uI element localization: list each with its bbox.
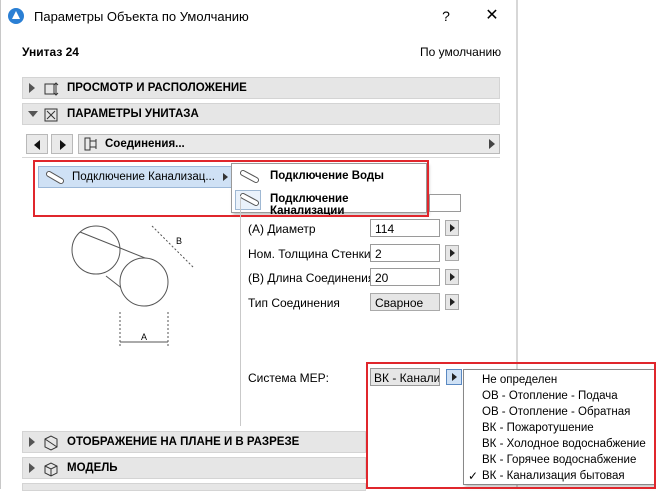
- default-label: По умолчанию: [420, 45, 502, 59]
- section-view-placement[interactable]: ПРОСМОТР И РАСПОЛОЖЕНИЕ: [22, 77, 500, 99]
- wall-thickness-param-button[interactable]: [445, 245, 459, 261]
- next-page-button[interactable]: [51, 134, 73, 154]
- wall-thickness-field[interactable]: 2: [370, 244, 440, 262]
- expand-arrow-icon: [29, 463, 35, 473]
- expand-arrow-icon: [29, 83, 35, 93]
- triangle-right-icon: [450, 273, 455, 281]
- section-label: ОТОБРАЖЕНИЕ НА ПЛАНЕ И В РАЗРЕЗЕ: [67, 436, 300, 448]
- section-model[interactable]: МОДЕЛЬ: [22, 457, 366, 479]
- select-value: Сварное: [375, 296, 424, 310]
- triangle-right-icon: [450, 224, 455, 232]
- model-cube-icon: [44, 462, 58, 477]
- connection-length-field[interactable]: 20: [370, 268, 440, 286]
- highlight-box: [33, 160, 429, 217]
- param-label-connection-type: Тип Соединения: [248, 296, 340, 310]
- section-plan-section[interactable]: ОТОБРАЖЕНИЕ НА ПЛАНЕ И В РАЗРЕЗЕ: [22, 431, 366, 453]
- toilet-params-icon: [44, 108, 58, 122]
- connections-icon: [84, 137, 97, 151]
- triangle-right-icon: [450, 249, 455, 257]
- section-toilet-params[interactable]: ПАРАМЕТРЫ УНИТАЗА: [22, 103, 500, 125]
- help-button[interactable]: ?: [436, 6, 456, 26]
- triangle-right-icon: [489, 139, 495, 149]
- window-title: Параметры Объекта по Умолчанию: [34, 9, 249, 24]
- page-selector[interactable]: Соединения...: [78, 134, 500, 154]
- window-left-edge: [0, 0, 1, 489]
- close-button[interactable]: ✕: [478, 6, 506, 26]
- section-label: ПАРАМЕТРЫ УНИТАЗА: [67, 108, 199, 120]
- param-label-connection-length: (B) Длина Соединения: [248, 271, 375, 285]
- plan-section-icon: [44, 435, 58, 451]
- section-next[interactable]: [22, 483, 366, 491]
- section-label: ПРОСМОТР И РАСПОЛОЖЕНИЕ: [67, 82, 247, 94]
- highlight-box: [366, 362, 656, 489]
- collapse-arrow-icon: [28, 111, 38, 117]
- connection-type-select[interactable]: Сварное: [370, 293, 440, 311]
- column-divider: [240, 196, 241, 426]
- field-value: 2: [375, 247, 382, 261]
- page-selector-label: Соединения...: [105, 138, 185, 150]
- connection-length-param-button[interactable]: [445, 269, 459, 285]
- diagram-label-a: A: [141, 332, 147, 342]
- object-name: Унитаз 24: [22, 45, 79, 59]
- triangle-left-icon: [34, 140, 40, 150]
- previous-page-button[interactable]: [26, 134, 48, 154]
- divider: [22, 157, 500, 158]
- connection-name-field[interactable]: [429, 194, 461, 212]
- expand-arrow-icon: [29, 437, 35, 447]
- triangle-right-icon: [60, 140, 66, 150]
- field-value: 20: [375, 271, 389, 285]
- param-label-wall-thickness: Ном. Толщина Стенки: [248, 247, 371, 261]
- diameter-field[interactable]: 114: [370, 219, 440, 237]
- diameter-param-button[interactable]: [445, 220, 459, 236]
- triangle-right-icon: [450, 298, 455, 306]
- param-label-mep-system: Система MEP:: [248, 371, 329, 385]
- field-value: 114: [375, 222, 395, 236]
- diagram-label-b: B: [176, 236, 182, 246]
- param-label-diameter: (A) Диаметр: [248, 222, 316, 236]
- section-label: МОДЕЛЬ: [67, 462, 118, 474]
- view-placement-icon: [44, 82, 59, 96]
- connection-type-param-button[interactable]: [445, 294, 459, 310]
- pipe-diagram: A B: [68, 225, 195, 346]
- archicad-app-icon: [8, 8, 24, 24]
